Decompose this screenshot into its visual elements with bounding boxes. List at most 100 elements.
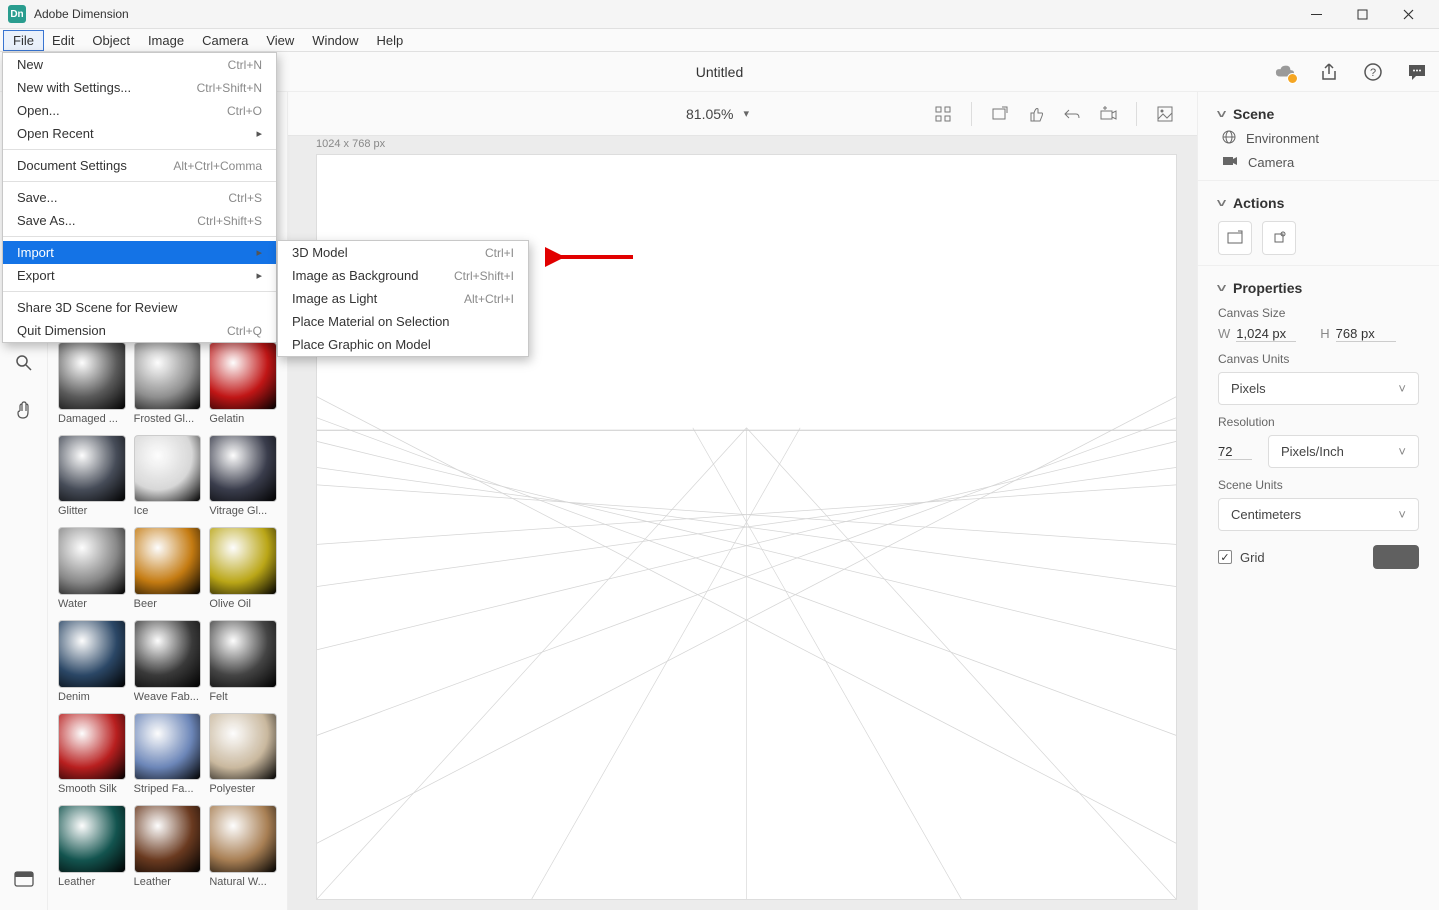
asset-item[interactable]: Gelatin: [209, 342, 277, 425]
asset-label: Vitrage Gl...: [209, 505, 277, 517]
import-submenu-item[interactable]: Place Material on Selection: [278, 310, 528, 333]
share-icon[interactable]: [1319, 62, 1339, 82]
resolution-units-select[interactable]: Pixels/Inch: [1268, 435, 1419, 468]
asset-item[interactable]: Felt: [209, 620, 277, 703]
app-title: Adobe Dimension: [34, 7, 1293, 21]
file-menu-item[interactable]: Save...Ctrl+S: [3, 186, 276, 209]
render-icon[interactable]: [1151, 100, 1179, 128]
close-button[interactable]: [1385, 0, 1431, 29]
menu-image[interactable]: Image: [139, 31, 193, 50]
hand-tool[interactable]: [13, 400, 35, 422]
asset-thumbnail: [209, 435, 277, 503]
asset-item[interactable]: Polyester: [209, 713, 277, 796]
asset-item[interactable]: Vitrage Gl...: [209, 435, 277, 518]
asset-item[interactable]: Water: [58, 527, 126, 610]
zoom-control[interactable]: 81.05% ▾: [686, 106, 749, 122]
search-tool[interactable]: [13, 352, 35, 374]
width-input[interactable]: [1236, 326, 1296, 342]
properties-heading[interactable]: Properties: [1218, 280, 1419, 296]
file-menu-item[interactable]: New with Settings...Ctrl+Shift+N: [3, 76, 276, 99]
action-focus-icon[interactable]: [1262, 221, 1296, 255]
toolbar-separator: [971, 102, 972, 126]
import-submenu: 3D ModelCtrl+IImage as BackgroundCtrl+Sh…: [277, 240, 529, 357]
grid-checkbox[interactable]: ✓Grid: [1218, 550, 1265, 565]
camera-add-icon[interactable]: [1094, 100, 1122, 128]
actions-heading[interactable]: Actions: [1218, 195, 1419, 211]
file-menu-item[interactable]: Quit DimensionCtrl+Q: [3, 319, 276, 342]
bookmark-view-icon[interactable]: [986, 100, 1014, 128]
cloud-sync-icon[interactable]: [1275, 62, 1295, 82]
asset-item[interactable]: Striped Fa...: [134, 713, 202, 796]
file-menu-item[interactable]: NewCtrl+N: [3, 53, 276, 76]
menu-help[interactable]: Help: [368, 31, 413, 50]
asset-thumbnail: [134, 620, 202, 688]
asset-item[interactable]: Frosted Gl...: [134, 342, 202, 425]
file-menu-item[interactable]: Document SettingsAlt+Ctrl+Comma: [3, 154, 276, 177]
feedback-icon[interactable]: [1407, 62, 1427, 82]
file-menu-item[interactable]: Export: [3, 264, 276, 287]
grid-color-swatch[interactable]: [1373, 545, 1419, 569]
annotation-arrow: [545, 247, 635, 267]
asset-item[interactable]: Leather: [58, 805, 126, 888]
menu-file[interactable]: File: [4, 31, 43, 50]
scene-item[interactable]: Environment: [1218, 122, 1419, 147]
asset-item[interactable]: Beer: [134, 527, 202, 610]
file-menu-item[interactable]: Open Recent: [3, 122, 276, 145]
document-title: Untitled: [696, 64, 743, 80]
import-submenu-item[interactable]: 3D ModelCtrl+I: [278, 241, 528, 264]
asset-item[interactable]: Natural W...: [209, 805, 277, 888]
asset-thumbnail: [58, 713, 126, 781]
resolution-input[interactable]: [1218, 444, 1252, 460]
asset-item[interactable]: Leather: [134, 805, 202, 888]
file-menu-item[interactable]: Open...Ctrl+O: [3, 99, 276, 122]
asset-label: Frosted Gl...: [134, 413, 202, 425]
help-icon[interactable]: ?: [1363, 62, 1383, 82]
asset-item[interactable]: Damaged ...: [58, 342, 126, 425]
asset-item[interactable]: Denim: [58, 620, 126, 703]
menu-separator: [3, 236, 276, 237]
import-submenu-item[interactable]: Image as LightAlt+Ctrl+I: [278, 287, 528, 310]
scene-item[interactable]: Camera: [1218, 147, 1419, 170]
camera-icon: [1222, 155, 1238, 170]
file-menu-item[interactable]: Save As...Ctrl+Shift+S: [3, 209, 276, 232]
toolbar-separator: [1136, 102, 1137, 126]
asset-thumbnail: [209, 342, 277, 410]
menu-camera[interactable]: Camera: [193, 31, 257, 50]
undo-view-icon[interactable]: [1058, 100, 1086, 128]
maximize-button[interactable]: [1339, 0, 1385, 29]
canvas-units-select[interactable]: Pixels: [1218, 372, 1419, 405]
scene-item-label: Environment: [1246, 131, 1319, 146]
import-submenu-item[interactable]: Place Graphic on Model: [278, 333, 528, 356]
frame-icon[interactable]: [929, 100, 957, 128]
import-submenu-item[interactable]: Image as BackgroundCtrl+Shift+I: [278, 264, 528, 287]
asset-label: Ice: [134, 505, 202, 517]
minimize-button[interactable]: [1293, 0, 1339, 29]
menu-separator: [3, 181, 276, 182]
asset-item[interactable]: Glitter: [58, 435, 126, 518]
asset-label: Denim: [58, 691, 126, 703]
menu-object[interactable]: Object: [83, 31, 139, 50]
asset-item[interactable]: Olive Oil: [209, 527, 277, 610]
panel-toggle[interactable]: [13, 868, 35, 890]
height-input[interactable]: [1336, 326, 1396, 342]
asset-label: Smooth Silk: [58, 783, 126, 795]
asset-item[interactable]: Weave Fab...: [134, 620, 202, 703]
canvas-area: 81.05% ▾ 1024 x 768 px: [288, 92, 1197, 910]
asset-item[interactable]: Smooth Silk: [58, 713, 126, 796]
menu-window[interactable]: Window: [303, 31, 367, 50]
file-menu-item[interactable]: Import: [3, 241, 276, 264]
asset-thumbnail: [58, 435, 126, 503]
svg-text:?: ?: [1370, 67, 1376, 79]
asset-thumbnail: [134, 805, 202, 873]
canvas-dimensions-label: 1024 x 768 px: [316, 138, 385, 150]
thumbs-up-icon[interactable]: [1022, 100, 1050, 128]
asset-item[interactable]: Ice: [134, 435, 202, 518]
menu-view[interactable]: View: [257, 31, 303, 50]
title-bar: Dn Adobe Dimension: [0, 0, 1439, 29]
scene-units-select[interactable]: Centimeters: [1218, 498, 1419, 531]
asset-label: Glitter: [58, 505, 126, 517]
file-menu-item[interactable]: Share 3D Scene for Review: [3, 296, 276, 319]
menu-edit[interactable]: Edit: [43, 31, 83, 50]
action-fit-icon[interactable]: [1218, 221, 1252, 255]
scene-heading[interactable]: Scene: [1218, 106, 1419, 122]
